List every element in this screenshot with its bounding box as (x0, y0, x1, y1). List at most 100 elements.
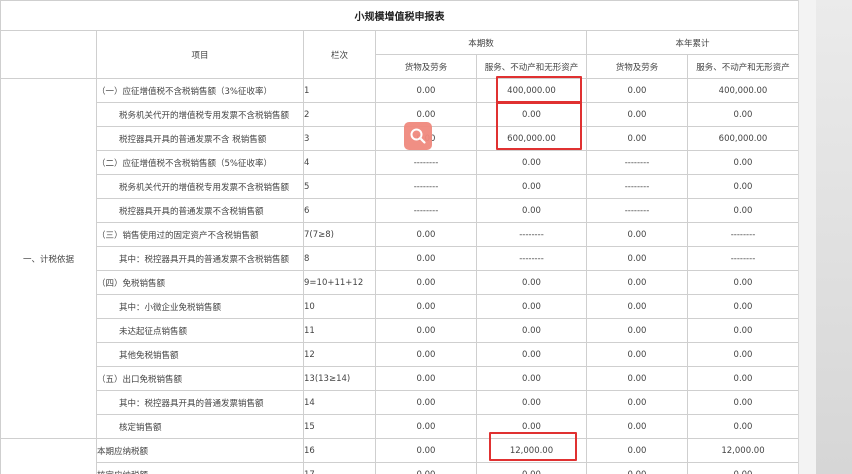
ytd-services-value: 0.00 (687, 150, 798, 175)
item-label: 其中：税控器具开具的普通发票不含税销售额 (96, 246, 304, 271)
viewer-scrollbar[interactable] (798, 0, 817, 474)
item-label: 其中：小微企业免税销售额 (96, 294, 304, 319)
current-goods-value: 0.00 (375, 366, 477, 391)
current-goods-value: 0.00 (375, 438, 477, 463)
column-number: 6 (303, 198, 376, 223)
table-row: （二）应征增值税不含税销售额（5%征收率） 4 -------- 0.00 ------… (1, 150, 798, 175)
column-number: 11 (303, 318, 376, 343)
current-goods-value: 0.00 (375, 342, 477, 367)
item-label: 未达起征点销售额 (96, 318, 304, 343)
table-row: 其他免税销售额 12 0.00 0.00 0.00 0.00 (1, 342, 798, 367)
table-row: 税务机关代开的增值税专用发票不含税销售额 2 0.00 0.00 0.00 0.00 (1, 102, 798, 127)
ytd-goods-value: -------- (586, 198, 688, 223)
current-goods-value: -------- (375, 198, 477, 223)
header-year-to-date: 本年累计 (586, 30, 798, 55)
ytd-goods-value: 0.00 (586, 366, 688, 391)
ytd-services-value: 0.00 (687, 342, 798, 367)
header-column: 栏次 (303, 30, 376, 79)
tax-form-document: 小规模增值税申报表 项目 栏次 本期数 本年累计 货物及劳务 服务、不动产和无形… (0, 0, 798, 474)
viewer-background (816, 0, 852, 474)
table-row: （四）免税销售额 9=10+11+12 0.00 0.00 0.00 0.00 (1, 270, 798, 295)
section-tax-basis: 一、计税依据 (0, 78, 97, 439)
header-current-period: 本期数 (375, 30, 587, 55)
section-tax-calculation (0, 438, 97, 474)
current-services-value: 0.00 (476, 462, 587, 474)
column-number: 10 (303, 294, 376, 319)
current-goods-value: 0.00 (375, 462, 477, 474)
current-goods-value: 0.00 (375, 246, 477, 271)
current-services-value: 0.00 (476, 174, 587, 199)
header-item: 项目 (96, 30, 304, 79)
column-number: 9=10+11+12 (303, 270, 376, 295)
item-label: （一）应征增值税不含税销售额（3%征收率） (96, 78, 304, 103)
current-goods-value: -------- (375, 150, 477, 175)
current-services-value: 400,000.00 (476, 78, 587, 103)
column-number: 5 (303, 174, 376, 199)
table-row: （五）出口免税销售额 13(13≥14) 0.00 0.00 0.00 0.00 (1, 366, 798, 391)
ytd-services-value: 0.00 (687, 366, 798, 391)
search-icon (410, 128, 426, 144)
ytd-goods-value: 0.00 (586, 390, 688, 415)
item-label: （三）销售使用过的固定资产不含税销售额 (96, 222, 304, 247)
ytd-services-value: 0.00 (687, 318, 798, 343)
item-label: 本期应纳税额 (96, 438, 304, 463)
current-services-value: -------- (476, 246, 587, 271)
table-row: 核定应纳税额170.000.000.000.00 (1, 462, 798, 474)
section-header-blank (0, 30, 97, 79)
current-services-value: 0.00 (476, 366, 587, 391)
ytd-goods-value: 0.00 (586, 414, 688, 439)
column-number: 7(7≥8) (303, 222, 376, 247)
ytd-goods-value: 0.00 (586, 270, 688, 295)
ytd-services-value: 0.00 (687, 390, 798, 415)
current-services-value: 0.00 (476, 342, 587, 367)
item-label: 其中：税控器具开具的普通发票销售额 (96, 390, 304, 415)
ytd-services-value: -------- (687, 246, 798, 271)
table-row: 其中：税控器具开具的普通发票不含税销售额 8 0.00 -------- 0.00 ---… (1, 246, 798, 271)
ytd-services-value: 400,000.00 (687, 78, 798, 103)
table-row: 税控器具开具的普通发票不含税销售额 6 -------- 0.00 -------- 0.… (1, 198, 798, 223)
item-label: 核定应纳税额 (96, 462, 304, 474)
column-number: 17 (303, 462, 376, 474)
ytd-goods-value: 0.00 (586, 222, 688, 247)
column-number: 2 (303, 102, 376, 127)
ytd-services-value: 0.00 (687, 102, 798, 127)
ytd-services-value: 12,000.00 (687, 438, 798, 463)
table-row: 一、计税依据 （一）应征增值税不含税销售额（3%征收率） 1 0.00 400,000.… (0, 78, 798, 439)
current-services-value: 12,000.00 (476, 438, 587, 463)
column-number: 14 (303, 390, 376, 415)
ytd-goods-value: -------- (586, 150, 688, 175)
item-label: 其他免税销售额 (96, 342, 304, 367)
ytd-goods-value: 0.00 (586, 246, 688, 271)
item-label: 税务机关代开的增值税专用发票不含税销售额 (96, 174, 304, 199)
current-services-value: 0.00 (476, 198, 587, 223)
column-number: 3 (303, 126, 376, 151)
table-row: 核定销售额 15 0.00 0.00 0.00 0.00 (1, 414, 798, 439)
item-label: （四）免税销售额 (96, 270, 304, 295)
search-button[interactable] (404, 122, 432, 150)
table-row: 未达起征点销售额 11 0.00 0.00 0.00 0.00 (1, 318, 798, 343)
column-number: 12 (303, 342, 376, 367)
current-goods-value: 0.00 (375, 390, 477, 415)
table-row: 税务机关代开的增值税专用发票不含税销售额 5 -------- 0.00 -------… (1, 174, 798, 199)
header-ytd-goods: 货物及劳务 (586, 54, 688, 79)
table-row: 本期应纳税额 16 0.00 12,000.00 0.00 12,000.00 (0, 438, 798, 474)
ytd-goods-value: 0.00 (586, 318, 688, 343)
ytd-goods-value: 0.00 (586, 126, 688, 151)
current-services-value: 0.00 (476, 270, 587, 295)
column-number: 13(13≥14) (303, 366, 376, 391)
ytd-goods-value: 0.00 (586, 294, 688, 319)
current-services-value: 0.00 (476, 150, 587, 175)
ytd-goods-value: 0.00 (586, 102, 688, 127)
current-goods-value: 0.00 (375, 78, 477, 103)
header-ytd-services: 服务、不动产和无形资产 (687, 54, 798, 79)
item-label: （五）出口免税销售额 (96, 366, 304, 391)
column-number: 4 (303, 150, 376, 175)
ytd-goods-value: 0.00 (586, 462, 688, 474)
table-row: （三）销售使用过的固定资产不含税销售额 7(7≥8) 0.00 -------- 0.0… (1, 222, 798, 247)
ytd-goods-value: -------- (586, 174, 688, 199)
form-title: 小规模增值税申报表 (0, 0, 798, 31)
ytd-services-value: 0.00 (687, 462, 798, 474)
current-goods-value: 0.00 (375, 414, 477, 439)
current-goods-value: 0.00 (375, 318, 477, 343)
vat-return-table: 小规模增值税申报表 项目 栏次 本期数 本年累计 货物及劳务 服务、不动产和无形… (0, 0, 798, 474)
